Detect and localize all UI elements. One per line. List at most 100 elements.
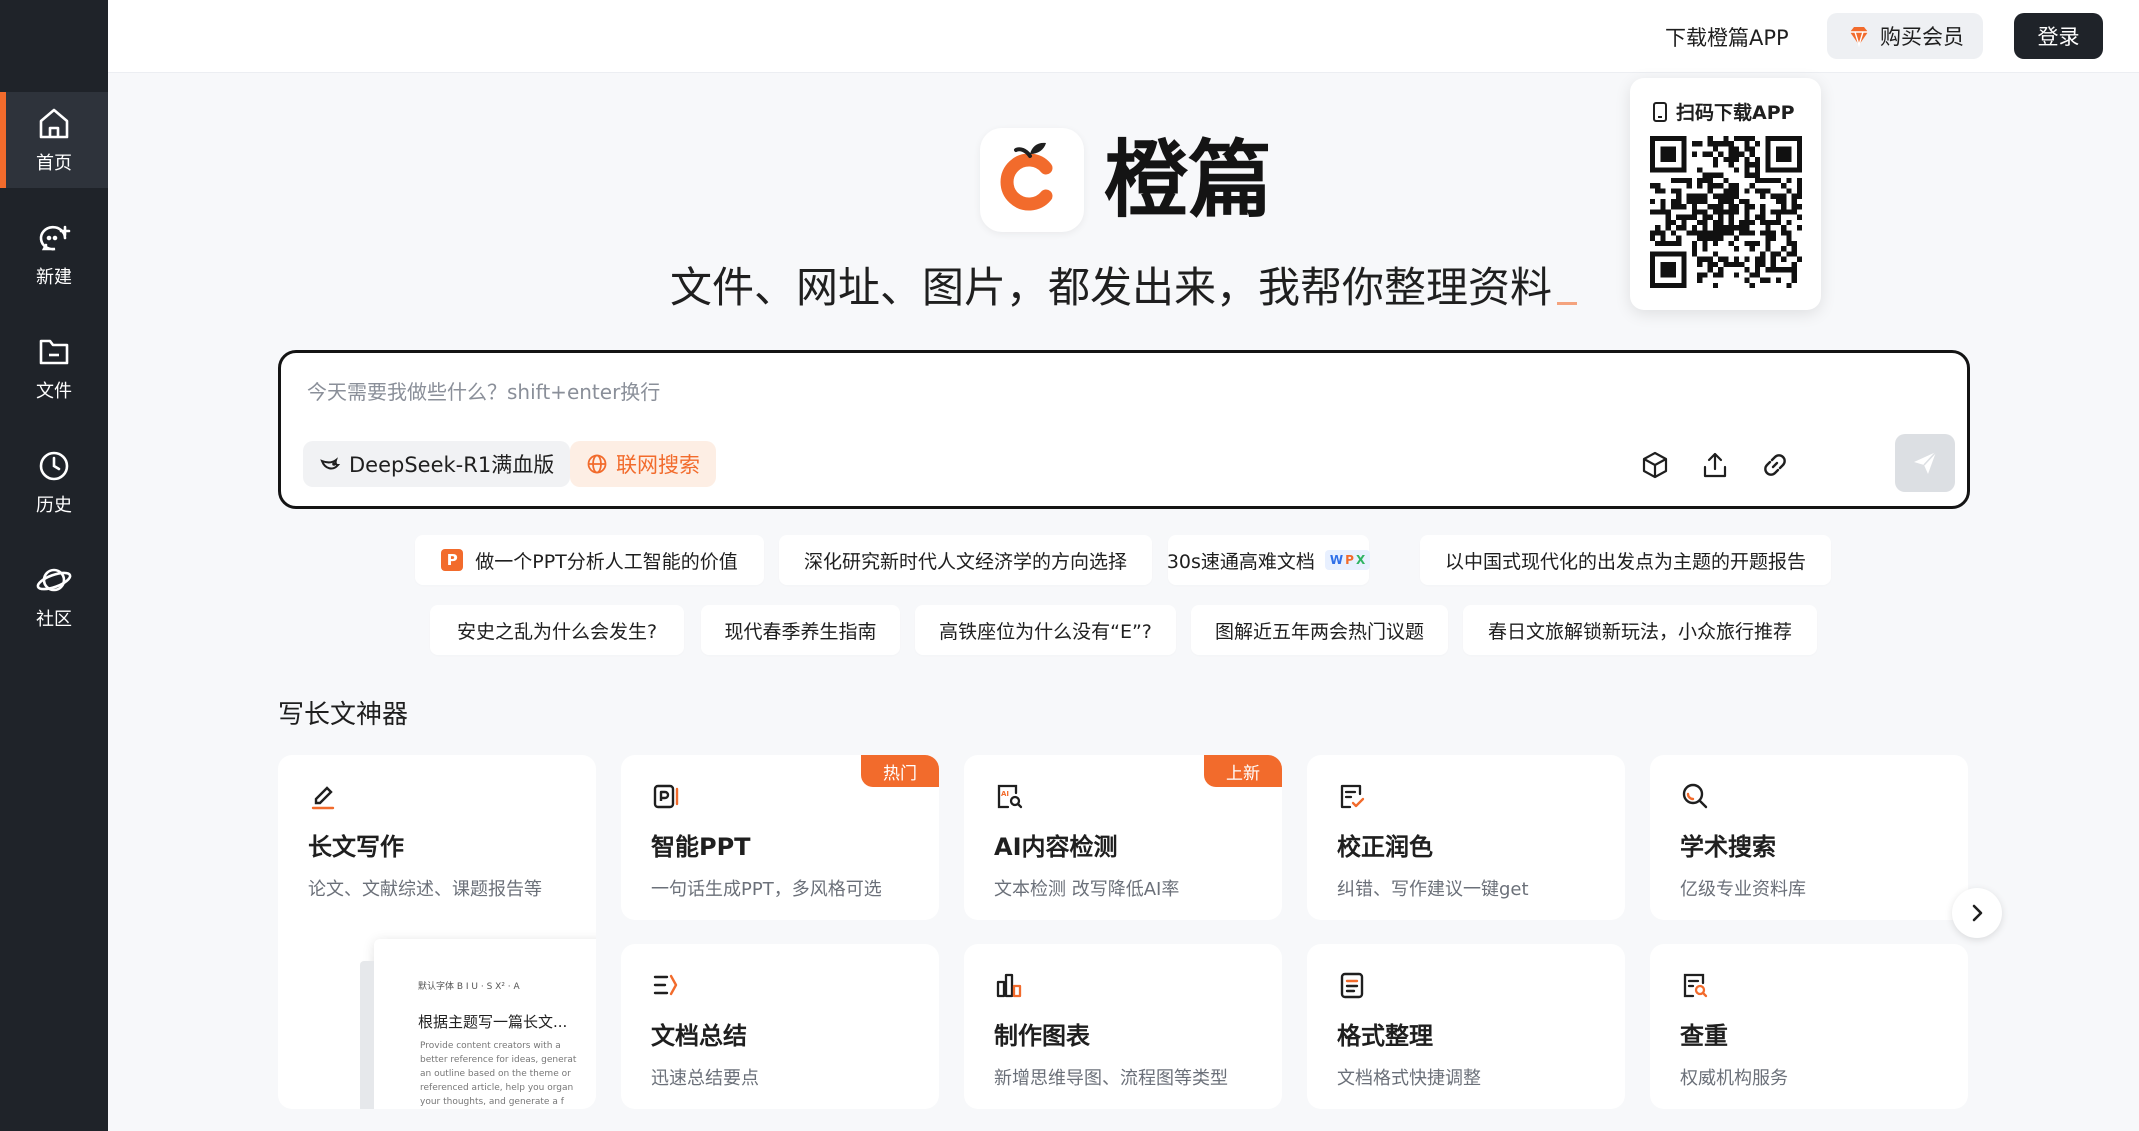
chat-input-box: DeepSeek-R1满血版 联网搜索 [278, 350, 1970, 509]
tool-card-charts[interactable]: 制作图表 新增思维导图、流程图等类型 [964, 944, 1282, 1109]
suggestion-chip[interactable]: 高铁座位为什么没有“E”? [915, 605, 1176, 655]
card-desc: 权威机构服务 [1680, 1068, 1788, 1089]
suggestion-label: 安史之乱为什么会发生? [456, 620, 658, 643]
sidebar-item-label: 文件 [36, 381, 72, 402]
sidebar-item-home[interactable]: 首页 [0, 92, 108, 188]
suggestion-label: 30s速通高难文档 [1166, 550, 1315, 573]
new-chat-icon [39, 225, 71, 251]
ai-detect-icon: AI [994, 781, 1024, 811]
planet-icon [36, 568, 72, 592]
card-title: 智能PPT [651, 833, 751, 861]
suggestion-chip[interactable]: 图解近五年两会热门议题 [1191, 605, 1448, 655]
phone-icon [1653, 101, 1667, 122]
card-desc: 纠错、写作建议一键get [1337, 879, 1529, 900]
tool-card-summary[interactable]: 文档总结 迅速总结要点 [621, 944, 939, 1109]
folder-icon [39, 339, 69, 365]
bar-chart-icon [994, 970, 1024, 1000]
ppt-icon [651, 781, 681, 811]
tool-card-ai-detect[interactable]: AI 上新 AI内容检测 文本检测 改写降低AI率 [964, 755, 1282, 920]
history-clock-icon [39, 451, 69, 481]
card-title: AI内容检测 [994, 833, 1118, 861]
web-search-label: 联网搜索 [616, 453, 700, 477]
card-title: 查重 [1680, 1022, 1728, 1050]
buy-vip-label: 购买会员 [1880, 25, 1964, 49]
wps-doc-types-icon: WPX [1324, 550, 1371, 570]
svg-text:AI: AI [1001, 790, 1009, 798]
qr-download-popover: 扫码下载APP [1630, 78, 1821, 310]
login-button[interactable]: 登录 [2014, 13, 2103, 59]
tool-card-proofread[interactable]: 校正润色 纠错、写作建议一键get [1307, 755, 1625, 920]
card-desc: 新增思维导图、流程图等类型 [994, 1068, 1228, 1089]
qr-title: 扫码下载APP [1650, 98, 1795, 125]
prompt-input[interactable] [305, 379, 1709, 405]
suggestion-chip[interactable]: 深化研究新时代人文经济学的方向选择 [779, 535, 1152, 585]
tool-card-plagiarism[interactable]: 查重 权威机构服务 [1650, 944, 1968, 1109]
suggestion-chip[interactable]: 以中国式现代化的出发点为主题的开题报告 [1420, 535, 1831, 585]
suggestion-label: 深化研究新时代人文经济学的方向选择 [803, 550, 1127, 573]
sidebar-item-label: 首页 [36, 153, 72, 174]
link-icon [1764, 454, 1786, 476]
proofread-icon [1337, 781, 1367, 811]
sidebar-item-files[interactable]: 文件 [0, 320, 108, 416]
card-title: 校正润色 [1337, 833, 1433, 861]
card-title: 格式整理 [1337, 1022, 1433, 1050]
tool-card-smart-ppt[interactable]: 热门 智能PPT 一句话生成PPT，多风格可选 [621, 755, 939, 920]
send-button[interactable] [1895, 434, 1955, 492]
card-title: 制作图表 [994, 1022, 1090, 1050]
suggestion-label: 春日文旅解锁新玩法，小众旅行推荐 [1487, 620, 1792, 643]
suggestion-label: 图解近五年两会热门议题 [1214, 620, 1424, 643]
card-title: 长文写作 [308, 833, 404, 861]
web-search-toggle[interactable]: 联网搜索 [570, 441, 716, 487]
upload-icon [1703, 452, 1727, 478]
new-tag: 上新 [1204, 755, 1282, 787]
preview-body: Provide content creators with a better r… [420, 1041, 577, 1107]
cube-button[interactable] [1639, 449, 1671, 481]
pen-icon [308, 781, 338, 811]
globe-icon [587, 454, 607, 474]
download-app-link[interactable]: 下载橙篇APP [1665, 22, 1789, 52]
suggestion-chip[interactable]: 春日文旅解锁新玩法，小众旅行推荐 [1463, 605, 1817, 655]
carousel-next-button[interactable] [1952, 888, 2002, 938]
suggestion-label: 高铁座位为什么没有“E”? [939, 620, 1152, 643]
suggestion-chip[interactable]: P 做一个PPT分析人工智能的价值 [415, 535, 764, 585]
academic-search-icon [1680, 781, 1710, 811]
suggestion-chip[interactable]: 安史之乱为什么会发生? [430, 605, 684, 655]
plagiarism-check-icon [1680, 970, 1710, 1000]
card-desc: 迅速总结要点 [651, 1068, 759, 1089]
sidebar-item-history[interactable]: 历史 [0, 434, 108, 530]
sidebar-item-new[interactable]: 新建 [0, 206, 108, 302]
suggestion-chip[interactable]: 现代春季养生指南 [701, 605, 900, 655]
send-plane-icon [1914, 451, 1937, 474]
tool-card-long-writing[interactable]: 长文写作 论文、文献综述、课题报告等 默认字体 B I U · S X² · A… [278, 755, 596, 1109]
editor-preview-image: 默认字体 B I U · S X² · A 根据主题写一篇长文... Provi… [360, 939, 596, 1109]
brand-logo [980, 128, 1084, 232]
suggestion-label: 做一个PPT分析人工智能的价值 [475, 550, 738, 573]
cube-icon [1642, 451, 1668, 479]
hot-tag: 热门 [861, 755, 939, 787]
card-desc: 一句话生成PPT，多风格可选 [651, 879, 882, 900]
preview-toolbar: 默认字体 B I U · S X² · A [418, 982, 520, 992]
card-title: 学术搜索 [1680, 833, 1776, 861]
diamond-icon [1850, 27, 1868, 48]
brand-name: 橙篇 [1104, 131, 1273, 229]
chevron-right-icon [1972, 904, 1983, 922]
card-desc: 文本检测 改写降低AI率 [994, 879, 1180, 900]
buy-vip-button[interactable]: 购买会员 [1827, 13, 1983, 59]
card-title: 文档总结 [651, 1022, 747, 1050]
suggestion-label: 现代春季养生指南 [724, 620, 877, 643]
tool-card-academic-search[interactable]: 学术搜索 亿级专业资料库 [1650, 755, 1968, 920]
suggestion-chip[interactable]: 30s速通高难文档 WPX [1166, 535, 1371, 585]
section-title: 写长文神器 [278, 700, 409, 730]
sidebar-item-label: 新建 [36, 267, 72, 288]
sidebar-item-label: 历史 [36, 495, 72, 516]
link-button[interactable] [1759, 449, 1791, 481]
model-selector[interactable]: DeepSeek-R1满血版 [303, 441, 571, 487]
upload-button[interactable] [1699, 449, 1731, 481]
sidebar-item-community[interactable]: 社区 [0, 548, 108, 644]
suggestion-label: 以中国式现代化的出发点为主题的开题报告 [1444, 550, 1806, 573]
tool-card-format[interactable]: 格式整理 文档格式快捷调整 [1307, 944, 1625, 1109]
model-selector-label: DeepSeek-R1满血版 [349, 453, 555, 477]
card-desc: 亿级专业资料库 [1680, 879, 1806, 900]
home-icon [39, 108, 69, 139]
qr-code-image [1650, 136, 1802, 288]
